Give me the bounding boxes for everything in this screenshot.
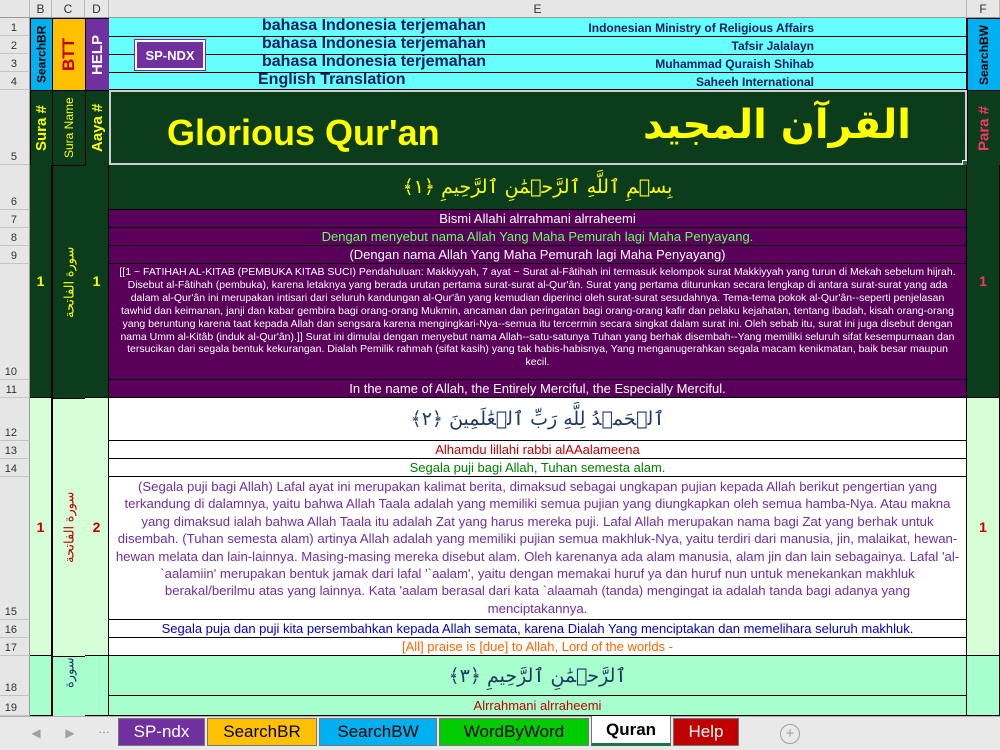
row-header-19[interactable]: 19 <box>0 696 30 716</box>
para-number-cell[interactable]: 1 <box>967 165 1000 398</box>
english-translation-cell[interactable]: [All] praise is [due] to Allah, Lord of … <box>109 638 967 656</box>
aaya-number-cell[interactable] <box>85 656 109 716</box>
row-header-12[interactable]: 12 <box>0 398 30 441</box>
aaya-number-cell[interactable]: 2 <box>85 398 109 656</box>
btt-cell[interactable]: BTT <box>52 18 85 90</box>
translation-source-1: Indonesian Ministry of Religious Affairs <box>588 21 814 35</box>
sura-number-cell[interactable]: 1 <box>30 398 52 656</box>
translation-source-4: Saheeh International <box>695 75 814 89</box>
arabic-verse-cell[interactable]: ٱلۡحَمۡدُ لِلَّهِ رَبِّ ٱلۡعَٰلَمِينَ ﴿٢… <box>109 398 967 441</box>
row-header-11[interactable]: 11 <box>0 380 30 398</box>
column-header-e[interactable]: E <box>109 0 967 18</box>
para-number-header: Para # <box>967 90 1000 165</box>
row-line <box>109 36 967 37</box>
transliteration-cell[interactable]: Alrrahmani alrraheemi <box>109 696 967 716</box>
search-br-cell[interactable]: SearchBR <box>30 18 52 90</box>
aaya-number-cell[interactable]: 1 <box>85 165 109 398</box>
column-header-c[interactable]: C <box>52 0 85 18</box>
corner-select-all[interactable] <box>0 0 30 18</box>
tab-wordbyword[interactable]: WordByWord <box>439 718 589 746</box>
row-header-8[interactable]: 8 <box>0 228 30 246</box>
sura-number-header: Sura # <box>30 90 52 165</box>
tab-quran[interactable]: Quran <box>591 716 671 746</box>
sura-name-header: Sura Name <box>52 90 85 165</box>
previous-sheet-arrow-icon[interactable]: ◀ <box>30 724 42 742</box>
row-header-18[interactable]: 18 <box>0 656 30 696</box>
row-header-4[interactable]: 4 <box>0 72 30 90</box>
search-br-label: SearchBR <box>34 25 49 84</box>
para-number-cell[interactable] <box>967 656 1000 716</box>
row-header-10[interactable]: 10 <box>0 264 30 380</box>
column-header-f[interactable]: F <box>967 0 1000 18</box>
row-header-15[interactable]: 15 <box>0 477 30 620</box>
row-header-14[interactable]: 14 <box>0 459 30 477</box>
jalalayn-translation-cell[interactable]: (Segala puji bagi Allah) Lafal ayat ini … <box>109 477 967 620</box>
row-header-2[interactable]: 2 <box>0 36 30 54</box>
row-header-9[interactable]: 9 <box>0 246 30 264</box>
row-line <box>109 72 967 73</box>
ellipsis-icon[interactable]: … <box>98 722 110 742</box>
translation-source-2: Tafsir Jalalayn <box>731 39 815 53</box>
row-header-16[interactable]: 16 <box>0 620 30 638</box>
sura-name-cell[interactable]: سورة <box>52 656 85 716</box>
kemenag-translation-cell[interactable]: Segala puji bagi Allah, Tuhan semesta al… <box>109 459 967 477</box>
search-bw-cell[interactable]: SearchBW <box>967 18 1000 90</box>
arabic-verse-cell[interactable]: ٱلرَّحۡمَٰنِ ٱلرَّحِيمِ ﴿٣﴾ <box>109 656 967 696</box>
shihab-translation-cell[interactable]: Segala puja dan puji kita persembahkan k… <box>109 620 967 638</box>
translation-title-2: bahasa Indonesia terjemahan <box>262 35 487 52</box>
sura-number-cell[interactable]: 1 <box>30 165 52 398</box>
next-sheet-arrow-icon[interactable]: ▶ <box>64 724 76 742</box>
tab-sp-ndx[interactable]: SP-ndx <box>118 718 205 746</box>
column-header-b[interactable]: B <box>30 0 52 18</box>
sp-ndx-label: SP-NDX <box>145 47 195 63</box>
row-header-7[interactable]: 7 <box>0 210 30 228</box>
btt-label: BTT <box>59 37 78 72</box>
translation-title-1: bahasa Indonesia terjemahan <box>262 17 487 34</box>
jalalayn-translation-cell[interactable]: (Dengan nama Allah Yang Maha Pemurah lag… <box>109 246 967 264</box>
tab-searchbw[interactable]: SearchBW <box>319 718 437 746</box>
help-cell[interactable]: HELP <box>85 18 109 90</box>
para-number-cell[interactable]: 1 <box>967 398 1000 656</box>
tab-help[interactable]: Help <box>673 718 739 746</box>
row-line <box>109 54 967 55</box>
shihab-translation-cell[interactable]: [[1 ~ FATIHAH AL-KITAB (PEMBUKA KITAB SU… <box>109 264 967 380</box>
column-header-d[interactable]: D <box>85 0 109 18</box>
sura-name-cell[interactable]: سورة الفاتحة <box>52 165 85 398</box>
row-header-5[interactable]: 5 <box>0 90 30 165</box>
translation-title-4: English Translation <box>258 71 406 88</box>
kemenag-translation-cell[interactable]: Dengan menyebut nama Allah Yang Maha Pem… <box>109 228 967 246</box>
title-arabic: القرآن المجيد <box>643 102 911 148</box>
help-label: HELP <box>89 34 106 75</box>
row-header-3[interactable]: 3 <box>0 54 30 72</box>
english-translation-cell[interactable]: In the name of Allah, the Entirely Merci… <box>109 380 967 398</box>
search-bw-label: SearchBW <box>977 24 991 85</box>
row-header-13[interactable]: 13 <box>0 441 30 459</box>
sura-number-cell[interactable] <box>30 656 52 716</box>
translation-source-3: Muhammad Quraish Shihab <box>655 57 814 71</box>
tab-searchbr[interactable]: SearchBR <box>207 718 317 746</box>
add-sheet-icon[interactable]: + <box>780 724 800 744</box>
sura-name-cell[interactable]: سورة الفاتحة <box>52 398 85 656</box>
title-english: Glorious Qur'an <box>167 112 440 153</box>
transliteration-cell[interactable]: Alhamdu lillahi rabbi alAAalameena <box>109 441 967 459</box>
title-cell: Glorious Qur'an القرآن المجيد <box>109 90 967 165</box>
translation-title-3: bahasa Indonesia terjemahan <box>262 53 487 70</box>
transliteration-cell[interactable]: Bismi Allahi alrrahmani alrraheemi <box>109 210 967 228</box>
row-header-1[interactable]: 1 <box>0 18 30 36</box>
sp-ndx-button[interactable]: SP-NDX <box>134 39 206 71</box>
arabic-verse-cell[interactable]: بِسۡمِ ٱللَّهِ ٱلرَّحۡمَٰنِ ٱلرَّحِيمِ ﴿… <box>109 165 967 210</box>
row-header-6[interactable]: 6 <box>0 165 30 210</box>
aaya-number-header: Aaya # <box>85 90 109 165</box>
row-header-17[interactable]: 17 <box>0 638 30 656</box>
